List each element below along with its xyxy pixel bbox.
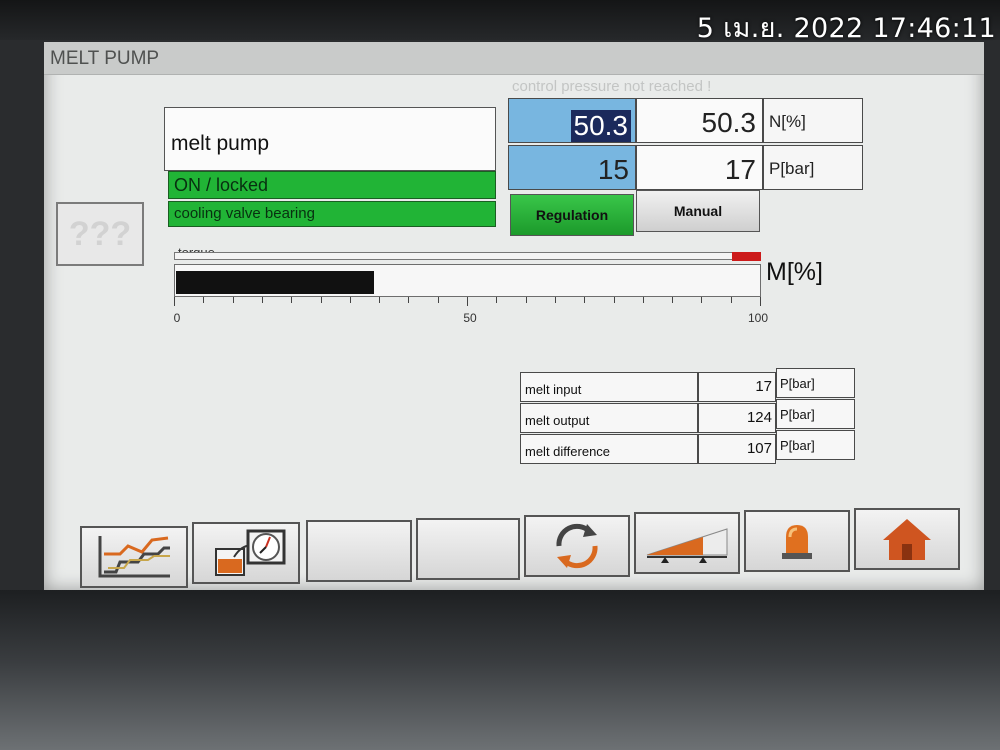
- torque-tick: [379, 297, 381, 303]
- empty-button-1[interactable]: [306, 520, 412, 582]
- torque-tick: [525, 297, 527, 303]
- torque-unit: M[%]: [766, 258, 823, 286]
- pressure-actual-field: 17: [636, 145, 763, 190]
- torque-tick: [437, 297, 439, 303]
- torque-tick: [642, 297, 644, 303]
- trend-chart-icon: [98, 536, 170, 578]
- table-row-melt-input-label: melt input: [520, 372, 698, 402]
- speed-unit: N[%]: [769, 112, 806, 131]
- melt-difference-value-cell: 107: [698, 434, 776, 464]
- home-button[interactable]: [854, 508, 960, 570]
- page-title: MELT PUMP: [50, 48, 160, 69]
- alarm-beacon-icon: [782, 525, 812, 559]
- pressure-actual-value: 17: [724, 154, 756, 185]
- ramp-icon: [646, 528, 728, 563]
- torque-tick: [349, 297, 351, 303]
- rotate-icon: [556, 523, 598, 569]
- bottom-navigation: [76, 508, 962, 588]
- ramp-button[interactable]: [634, 512, 740, 574]
- pressure-unit-cell: P[bar]: [763, 145, 863, 190]
- pump-state-text: ON / locked: [174, 175, 269, 195]
- tank-gauge-icon: [215, 529, 286, 576]
- melt-difference-label: melt difference: [525, 444, 611, 459]
- melt-output-unit: P[bar]: [780, 407, 815, 422]
- torque-bar: [174, 264, 761, 297]
- torque-scale: [174, 297, 761, 306]
- melt-difference-value: 107: [746, 440, 772, 457]
- hmi-screen: MELT PUMP control pressure not reached !…: [44, 42, 984, 590]
- unknown-function-button[interactable]: ???: [56, 202, 144, 266]
- monitor-bezel-bottom: [0, 590, 1000, 750]
- pump-name: melt pump: [171, 132, 270, 155]
- torque-tick-label-0: 0: [173, 311, 181, 325]
- melt-input-unit-cell: P[bar]: [776, 368, 855, 398]
- torque-tick: [613, 297, 615, 303]
- cooling-valve-indicator: cooling valve bearing: [168, 201, 496, 227]
- torque-tick: [701, 297, 703, 303]
- melt-input-label: melt input: [525, 382, 582, 397]
- regulation-button[interactable]: Regulation: [510, 194, 634, 236]
- torque-tick: [760, 297, 761, 306]
- torque-tick-label-100: 100: [747, 311, 769, 325]
- melt-difference-unit-cell: P[bar]: [776, 430, 855, 460]
- torque-tick: [320, 297, 322, 303]
- torque-bar-fill: [176, 271, 375, 294]
- torque-tick: [584, 297, 586, 303]
- melt-input-value: 17: [755, 378, 772, 395]
- melt-difference-unit: P[bar]: [780, 438, 815, 453]
- speed-setpoint-value: 50.3: [570, 110, 631, 142]
- torque-tick: [291, 297, 293, 303]
- table-row-melt-difference-label: melt difference: [520, 434, 698, 464]
- melt-output-value: 124: [746, 409, 772, 426]
- melt-input-unit: P[bar]: [780, 376, 815, 391]
- speed-unit-cell: N[%]: [763, 98, 863, 143]
- alarm-button[interactable]: [744, 510, 850, 572]
- torque-tick: [730, 297, 732, 303]
- pump-name-box: melt pump: [164, 107, 496, 171]
- pressure-unit: P[bar]: [769, 159, 815, 178]
- melt-output-value-cell: 124: [698, 403, 776, 433]
- empty-button-2[interactable]: [416, 518, 520, 580]
- torque-tick: [174, 297, 175, 306]
- pressure-setpoint-value: 15: [597, 154, 629, 185]
- torque-tick: [467, 297, 468, 306]
- torque-tick: [408, 297, 410, 303]
- pump-status-panel: melt pump ON / locked cooling valve bear…: [164, 107, 496, 227]
- torque-limit-track: [174, 252, 761, 260]
- tank-gauge-button[interactable]: [192, 522, 300, 584]
- speed-setpoint-field[interactable]: 50.3: [508, 98, 636, 143]
- torque-tick: [672, 297, 674, 303]
- torque-tick-label-50: 50: [463, 311, 477, 325]
- torque-tick: [261, 297, 263, 303]
- torque-tick: [203, 297, 205, 303]
- speed-actual-value: 50.3: [701, 107, 757, 138]
- melt-output-label: melt output: [525, 413, 590, 428]
- rotate-button[interactable]: [524, 515, 630, 577]
- trend-button[interactable]: [80, 526, 188, 588]
- table-row-melt-output-label: melt output: [520, 403, 698, 433]
- home-icon: [883, 519, 931, 560]
- title-bar: MELT PUMP: [44, 42, 984, 75]
- torque-tick: [554, 297, 556, 303]
- pump-state-indicator: ON / locked: [168, 171, 496, 199]
- manual-button[interactable]: Manual: [636, 190, 760, 232]
- pressure-setpoint-field[interactable]: 15: [508, 145, 636, 190]
- torque-limit-marker: [732, 252, 761, 261]
- torque-tick: [232, 297, 234, 303]
- torque-tick: [496, 297, 498, 303]
- speed-actual-field: 50.3: [636, 98, 763, 143]
- melt-output-unit-cell: P[bar]: [776, 399, 855, 429]
- status-message: control pressure not reached !: [512, 78, 712, 95]
- melt-input-value-cell: 17: [698, 372, 776, 402]
- cooling-valve-text: cooling valve bearing: [174, 205, 315, 222]
